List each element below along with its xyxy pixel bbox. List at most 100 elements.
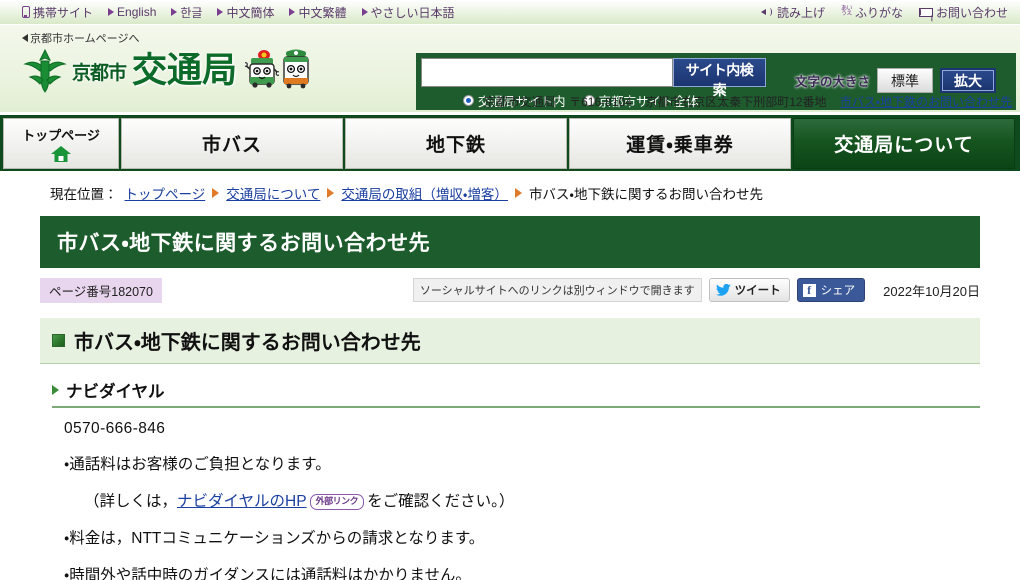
font-size-controls: 文字の大きさ 標準 拡大	[795, 68, 997, 93]
twitter-bird-icon	[715, 284, 731, 296]
section-heading-label: 市バス・地下鉄に関するお問い合わせ先	[74, 332, 421, 354]
home-icon	[51, 145, 71, 162]
utility-link-label: 携帯サイト	[33, 5, 94, 20]
breadcrumb-separator-icon	[212, 188, 220, 198]
note-prefix: （詳しくは，	[84, 493, 178, 511]
utility-bar-right: 読み上げ あい うえ ふりがな お問い合わせ	[760, 4, 1008, 21]
utility-link-label: ふりがな	[854, 5, 903, 20]
social-note: ソーシャルサイトへのリンクは別ウィンドウで開きます	[412, 278, 702, 302]
bus-mascot-icon	[245, 50, 280, 88]
facebook-icon: f	[802, 283, 816, 297]
brand-city-text: 京都市	[72, 62, 127, 84]
external-link-badge: 外部リンク	[309, 494, 365, 510]
utility-link-contact[interactable]: お問い合わせ	[918, 4, 1008, 21]
sub-heading-label: ナビダイヤル	[66, 383, 165, 401]
font-size-label: 文字の大きさ	[795, 75, 871, 89]
brand-main-text: 交通局	[132, 51, 238, 90]
triangle-icon	[361, 8, 368, 16]
page-number-badge: ページ番号182070	[40, 277, 162, 303]
page-title: 市バス・地下鉄に関するお問い合わせ先	[40, 216, 980, 268]
utility-link-label: 中文繁體	[298, 5, 347, 20]
breadcrumb-separator-icon	[327, 188, 335, 198]
share-button-label: シェア	[820, 285, 856, 297]
furigana-icon: あい うえ	[840, 6, 853, 17]
utility-link-label: English	[117, 5, 157, 19]
kyoto-city-emblem-icon	[23, 48, 67, 93]
nav-item-label: トップページ	[22, 127, 100, 143]
nav-item-label: 交通局について	[834, 135, 974, 156]
site-logo[interactable]: 京都市 交通局	[20, 47, 311, 95]
navi-dial-hp-link[interactable]: ナビダイヤルのHP	[177, 493, 307, 510]
site-header: 京都市ホームページへ 京都市 交通局 サイト内検索 交通局サイト内 京都市サイト…	[0, 25, 1020, 115]
nav-item-label: 地下鉄	[425, 135, 486, 156]
font-size-standard-button[interactable]: 標準	[877, 68, 934, 93]
section-heading: 市バス・地下鉄に関するお問い合わせ先	[40, 318, 980, 364]
nav-item-label: 運賃・乗車券	[626, 135, 734, 156]
triangle-bullet-icon	[52, 385, 59, 395]
page-meta-row: ページ番号182070 ソーシャルサイトへのリンクは別ウィンドウで開きます ツイ…	[40, 277, 980, 303]
search-input[interactable]	[421, 58, 673, 87]
triangle-icon	[289, 8, 296, 16]
utility-link-chinese-simplified[interactable]: 中文簡体	[217, 4, 274, 21]
page-updated-date: 2022年10月20日	[883, 283, 980, 299]
tweet-button[interactable]: ツイート	[708, 278, 790, 302]
utility-link-korean[interactable]: 한글	[171, 4, 202, 21]
subway-mascot-icon	[283, 49, 309, 89]
navi-dial-phone-number: 0570-666-846	[64, 420, 166, 437]
speaker-icon	[760, 6, 774, 18]
note-line-details: （詳しくは，ナビダイヤルのHP 外部リンク をご確認ください。）	[84, 492, 1020, 512]
mascot-group	[245, 47, 311, 95]
back-to-city-homepage-link[interactable]: 京都市ホームページへ	[22, 30, 139, 46]
utility-link-label: やさしい日本語	[370, 5, 455, 20]
address-street: 京都市右京区太秦下刑部町12番地	[645, 95, 827, 109]
search-submit-button[interactable]: サイト内検索	[673, 58, 766, 98]
note-line-ntt-billing: ・料金は，NTTコミュニケーションズからの請求となります。	[64, 530, 485, 548]
nav-item-subway[interactable]: 地下鉄	[345, 118, 567, 169]
utility-link-label: 読み上げ	[776, 5, 825, 20]
utility-link-mobile-site[interactable]: 携帯サイト	[22, 4, 93, 21]
nav-item-city-bus[interactable]: 市バス	[121, 118, 343, 169]
address-postal: 〒616-8104	[569, 95, 632, 109]
triangle-icon	[171, 8, 178, 16]
nav-item-label: 市バス	[201, 135, 262, 156]
utility-link-chinese-traditional[interactable]: 中文繁體	[289, 4, 347, 21]
triangle-icon	[217, 8, 224, 16]
nav-item-fares-tickets[interactable]: 運賃・乗車券	[569, 118, 791, 169]
utility-link-label: 한글	[180, 5, 203, 20]
note-line-guidance-free: ・時間外や話中時のガイダンスには通話料はかかりません。	[64, 567, 471, 580]
breadcrumb-item-current: 市バス・地下鉄に関するお問い合わせ先	[528, 187, 764, 202]
note-line-call-charge: ・通話料はお客様のご負担となります。	[64, 456, 331, 473]
breadcrumb-separator-icon	[514, 188, 522, 198]
mobile-phone-icon	[22, 6, 30, 18]
utility-link-read-aloud[interactable]: 読み上げ	[760, 4, 825, 21]
furigana-icon-bottom: うえ	[840, 11, 853, 17]
nav-item-top-page[interactable]: トップページ	[3, 118, 119, 169]
font-size-large-button[interactable]: 拡大	[940, 68, 997, 93]
breadcrumb-item-about-bureau[interactable]: 交通局について	[226, 183, 320, 203]
utility-link-easy-japanese[interactable]: やさしい日本語	[361, 4, 455, 21]
nav-item-about-bureau[interactable]: 交通局について	[793, 118, 1015, 169]
breadcrumb-prefix: 現在位置：	[50, 187, 118, 202]
note-suffix: をご確認ください。）	[367, 493, 515, 511]
triangle-left-icon	[22, 34, 28, 42]
address-org: 京都市交通局	[483, 95, 556, 109]
social-share-group: ソーシャルサイトへのリンクは別ウィンドウで開きます ツイート f シェア	[412, 278, 866, 302]
sub-heading-navi-dial: ナビダイヤル	[52, 378, 980, 408]
utility-bar: 携帯サイト English 한글 中文簡体 中文繁體 やさしい日本語 読み上げ	[0, 0, 1020, 25]
radio-selected-icon	[463, 95, 474, 106]
utility-bar-left: 携帯サイト English 한글 中文簡体 中文繁體 やさしい日本語	[22, 4, 455, 21]
utility-link-furigana[interactable]: あい うえ ふりがな	[841, 4, 903, 21]
bureau-address-line: 京都市交通局 〒616-8104 京都市右京区太秦下刑部町12番地 市バス・地下…	[484, 93, 1012, 110]
address-contact-link[interactable]: 市バス・地下鉄のお問い合わせ先	[840, 95, 1012, 109]
mail-icon	[918, 7, 933, 17]
facebook-share-button[interactable]: f シェア	[796, 278, 866, 302]
utility-link-english[interactable]: English	[108, 5, 156, 19]
breadcrumb-item-top-page[interactable]: トップページ	[125, 183, 206, 203]
tweet-button-label: ツイート	[734, 285, 781, 297]
square-bullet-icon	[52, 334, 65, 347]
utility-link-label: 中文簡体	[226, 5, 275, 20]
global-navigation: トップページ 市バス 地下鉄 運賃・乗車券 交通局について	[0, 115, 1020, 171]
breadcrumb-item-bureau-initiatives[interactable]: 交通局の取組（増収・増客）	[341, 183, 508, 203]
utility-link-label: お問い合わせ	[935, 5, 1008, 20]
triangle-icon	[108, 8, 115, 16]
